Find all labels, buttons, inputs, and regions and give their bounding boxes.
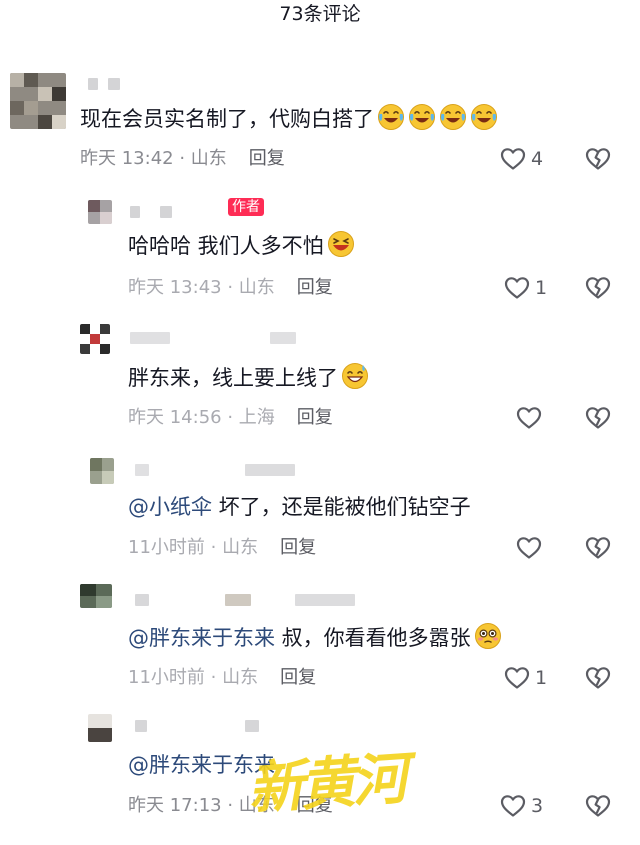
like-button[interactable]: 4 [500,145,543,173]
author-badge: 作者 [228,198,264,216]
reply-button[interactable]: 回复 [280,667,316,688]
like-button[interactable]: 3 [500,792,543,820]
comment-time-location: 昨天 13:43 · 山东 [128,277,275,298]
like-count: 1 [535,277,548,299]
broken-heart-icon[interactable] [585,276,611,300]
like-count: 1 [535,667,548,689]
comment-time-location: 昨天 14:56 · 上海 [128,407,275,428]
laughing-tears-emoji [408,103,436,131]
username-blurred[interactable] [135,720,265,732]
comment-count-title: 73条评论 [279,3,361,25]
avatar[interactable] [88,714,112,742]
username-blurred[interactable] [135,464,305,476]
comment-text: 胖东来，线上要上线了 [128,362,369,393]
like-button[interactable]: 1 [504,274,547,302]
username-blurred[interactable] [130,332,300,344]
watermark: 新黄河 [245,745,407,823]
heart-outline-icon [516,406,542,430]
broken-heart-icon[interactable] [585,536,611,560]
mention-link[interactable]: @小纸伞 [128,495,212,519]
comment-text: 哈哈哈 我们人多不怕 [128,230,355,261]
avatar[interactable] [88,200,112,224]
comment-time-location: 昨天 13:42 · 山东 [80,148,227,169]
comment-meta: 11小时前 · 山东 回复 [128,536,316,560]
reply-button[interactable]: 回复 [297,407,333,428]
avatar[interactable] [80,584,112,608]
avatar[interactable] [80,324,110,354]
comment-time-location: 11小时前 · 山东 [128,667,259,688]
flushed-emoji [474,622,502,650]
sweat-smile-emoji [341,362,369,390]
like-count: 4 [531,148,544,170]
username-blurred[interactable] [130,206,200,218]
comment-time-location: 11小时前 · 山东 [128,537,259,558]
username-blurred[interactable] [88,78,128,90]
comment-meta: 昨天 13:43 · 山东 回复 [128,276,333,300]
broken-heart-icon[interactable] [585,147,611,171]
heart-outline-icon [500,794,526,818]
broken-heart-icon[interactable] [585,666,611,690]
laughing-tears-emoji [470,103,498,131]
like-button[interactable]: 1 [504,664,547,692]
like-button[interactable] [516,534,547,562]
heart-outline-icon [500,147,526,171]
heart-outline-icon [504,276,530,300]
broken-heart-icon[interactable] [585,406,611,430]
heart-outline-icon [516,536,542,560]
laughing-tears-emoji [439,103,467,131]
reply-button[interactable]: 回复 [297,277,333,298]
laughing-emoji [327,230,355,258]
comment-text: @小纸伞 坏了，还是能被他们钻空子 [128,495,471,519]
avatar[interactable] [10,73,66,129]
comment-text: 现在会员实名制了，代购白搭了 [80,103,498,134]
username-blurred[interactable] [135,594,375,606]
broken-heart-icon[interactable] [585,794,611,818]
mention-link[interactable]: @胖东来于东来 [128,626,275,650]
comment-text: @胖东来于东来 叔，你看看他多嚣张 [128,622,502,653]
comment-meta: 昨天 14:56 · 上海 回复 [128,406,333,430]
comment-meta: 11小时前 · 山东 回复 [128,666,316,690]
avatar[interactable] [90,458,114,484]
like-count: 3 [531,795,544,817]
heart-outline-icon [504,666,530,690]
reply-button[interactable]: 回复 [280,537,316,558]
reply-button[interactable]: 回复 [249,148,285,169]
laughing-tears-emoji [377,103,405,131]
comment-meta: 昨天 13:42 · 山东 回复 [80,147,285,171]
like-button[interactable] [516,404,547,432]
